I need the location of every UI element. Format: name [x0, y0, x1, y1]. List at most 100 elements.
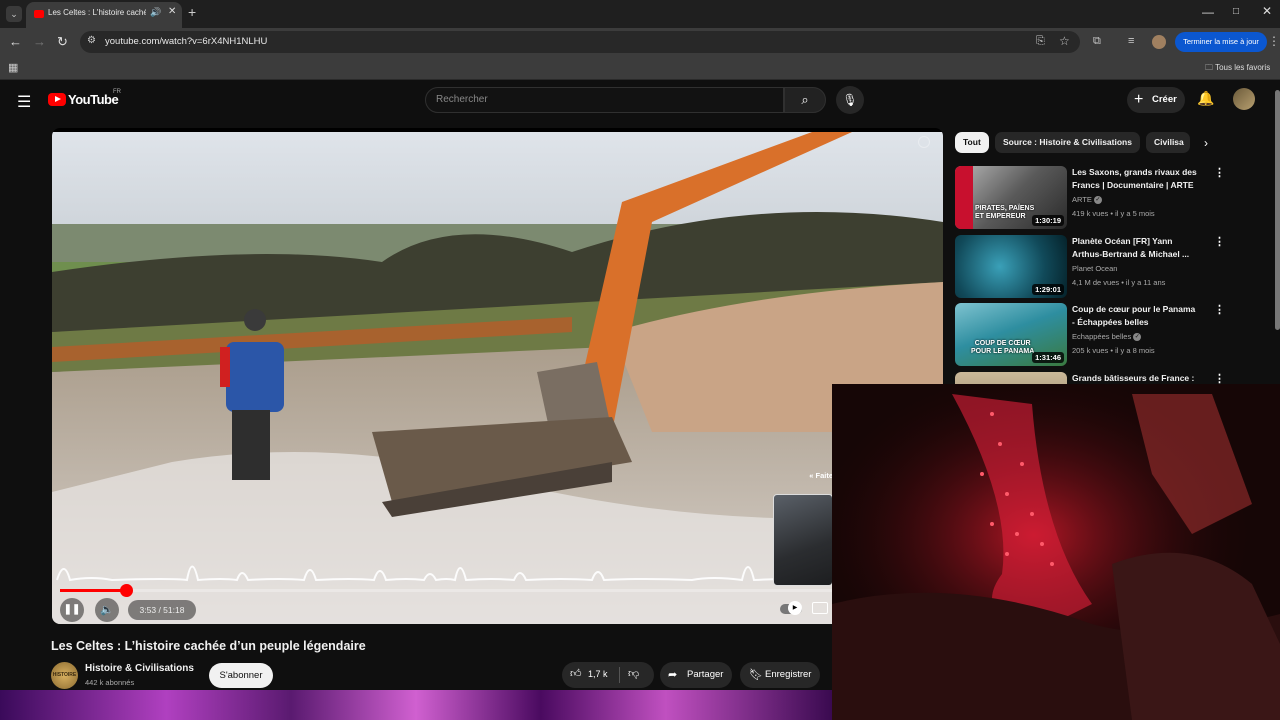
scrubber-handle[interactable] [120, 584, 133, 597]
recommendation-channel[interactable]: Echappées belles ✓ [1072, 332, 1142, 342]
menu-icon[interactable]: ☰ [17, 92, 31, 112]
recommendation-meta: 419 k vues • il y a 5 mois [1072, 209, 1155, 218]
channel-label: Echappées belles [1072, 332, 1132, 341]
youtube-wordmark[interactable]: YouTube [68, 92, 119, 107]
address-bar[interactable]: ⚙ youtube.com/watch?v=6rX4NH1NLHU ⎘ ☆ [80, 31, 1080, 53]
browser-profile-avatar[interactable] [1152, 35, 1166, 49]
youtube-logo-play-icon [55, 96, 61, 102]
search-placeholder: Rechercher [436, 94, 488, 105]
chevron-right-icon[interactable]: › [1204, 136, 1208, 150]
recommendation-meta: 205 k vues • il y a 8 mois [1072, 346, 1155, 355]
arte-logo-band [955, 166, 973, 229]
notifications-bell-icon[interactable]: 🔔 [1197, 90, 1214, 107]
subscribe-button[interactable]: S'abonner [209, 663, 273, 688]
progress-bar[interactable] [60, 589, 932, 592]
recommendation-title[interactable]: Coup de cœur pour le Panama - Échappées … [1072, 303, 1200, 329]
like-count[interactable]: 1,7 k [588, 669, 608, 679]
recommendation-thumbnail[interactable]: 1:29:01 [955, 235, 1067, 298]
info-icon[interactable] [918, 136, 930, 148]
tab-youtube[interactable]: Les Celtes : L'histoire cachée 🔊 ✕ [26, 2, 182, 28]
thumbnail-caption: COUP DE CŒUR POUR LE PANAMA [971, 340, 1035, 355]
progress-bar-played[interactable] [60, 589, 126, 592]
url-text[interactable]: youtube.com/watch?v=6rX4NH1NLHU [105, 36, 267, 47]
back-icon[interactable]: ← [9, 34, 22, 49]
recommendation-item[interactable]: COUP DE CŒUR POUR LE PANAMA 1:31:46 Coup … [955, 303, 1255, 367]
autoplay-play-icon[interactable]: ▶ [788, 601, 802, 615]
like-icon[interactable]: 👍︎ [570, 667, 582, 680]
verified-icon: ✓ [1093, 196, 1102, 205]
update-button[interactable]: Terminer la mise à jour [1175, 32, 1267, 52]
tab-search-icon[interactable]: ⌄ [6, 6, 22, 22]
like-dislike-group: 👍︎ 1,7 k 👎︎ [562, 662, 654, 688]
recommendation-item[interactable]: PIRATES, PAÏENS ET EMPEREUR 1:30:19 Les S… [955, 166, 1255, 230]
like-divider [619, 667, 620, 683]
share-label: Partager [687, 669, 724, 680]
install-app-icon[interactable]: ⎘ [1036, 35, 1045, 48]
recommendation-channel[interactable]: ARTE ✓ [1072, 195, 1102, 205]
recommendation-title[interactable]: Les Saxons, grands rivaux des Francs | D… [1072, 166, 1200, 192]
recommendation-item[interactable]: 1:29:01 Planète Océan [FR] Yann Arthus-B… [955, 235, 1255, 299]
navigation-bar: ← → ↻ ⚙ youtube.com/watch?v=6rX4NH1NLHU … [0, 28, 1280, 56]
all-bookmarks-button[interactable]: 🗀 Tous les favoris [1205, 62, 1270, 76]
forward-icon[interactable]: → [33, 34, 46, 49]
chip-civilisations[interactable]: Civilisa [1146, 132, 1190, 153]
reload-icon[interactable]: ↻ [57, 34, 68, 50]
dislike-icon[interactable]: 👎︎ [628, 667, 639, 680]
volume-icon[interactable]: 🔈 [95, 598, 119, 622]
recommendation-channel[interactable]: Planet Ocean [1072, 264, 1117, 273]
save-button[interactable]: 🔖︎ Enregistrer [740, 662, 820, 688]
pause-icon[interactable]: ❚❚ [60, 598, 84, 622]
recommendation-title[interactable]: Planète Océan [FR] Yann Arthus-Bertrand … [1072, 235, 1200, 261]
create-label: Créer [1152, 94, 1177, 105]
duration-badge: 1:30:19 [1032, 215, 1064, 226]
audio-playing-icon[interactable]: 🔊 [150, 7, 161, 18]
bookmark-icon: 🔖︎ [749, 669, 763, 681]
plus-icon: + [1134, 91, 1144, 108]
share-icon: ➦ [668, 669, 678, 681]
apps-grid-icon[interactable]: ▦ [8, 61, 18, 74]
more-options-icon[interactable]: ⋮ [1214, 235, 1225, 248]
time-display: 3:53 / 51:18 [128, 600, 196, 620]
maximize-icon[interactable]: □ [1233, 6, 1239, 17]
extensions-icon[interactable]: ⧉ [1093, 35, 1101, 48]
channel-label: ARTE [1072, 195, 1092, 204]
webcam-overlay [832, 384, 1280, 720]
close-tab-icon[interactable]: ✕ [168, 6, 176, 17]
minimize-icon[interactable]: — [1202, 5, 1214, 19]
recommendation-meta: 4,1 M de vues • il y a 11 ans [1072, 278, 1166, 287]
search-icon[interactable]: ⌕ [784, 87, 826, 113]
thumbnail-caption: PIRATES, PAÏENS ET EMPEREUR [975, 205, 1035, 220]
description-banner-image [0, 690, 832, 720]
account-avatar[interactable] [1233, 88, 1255, 110]
page-scrollbar[interactable] [1275, 90, 1280, 330]
channel-name[interactable]: Histoire & Civilisations [85, 663, 194, 674]
share-button[interactable]: ➦ Partager [660, 662, 732, 688]
filter-chips: Tout Source : Histoire & Civilisations C… [955, 132, 1225, 154]
channel-avatar[interactable]: HISTOIRE [51, 662, 78, 689]
duration-badge: 1:31:46 [1032, 352, 1064, 363]
bookmark-star-icon[interactable]: ☆ [1059, 34, 1070, 48]
subtitles-icon[interactable] [812, 602, 828, 614]
endscreen-preview-thumbnail[interactable] [773, 494, 833, 586]
new-tab-icon[interactable]: + [188, 4, 196, 20]
bookmarks-bar: ▦ 🗀 Tous les favoris [0, 56, 1280, 80]
window-close-icon[interactable]: ✕ [1262, 4, 1272, 18]
chip-all[interactable]: Tout [955, 132, 989, 153]
microphone-icon[interactable]: 🎙 [836, 86, 864, 114]
recommendation-thumbnail[interactable]: COUP DE CŒUR POUR LE PANAMA 1:31:46 [955, 303, 1067, 366]
media-controls-icon[interactable]: ≡ [1128, 35, 1134, 47]
browser-menu-icon[interactable]: ⋮ [1268, 34, 1280, 48]
chip-source[interactable]: Source : Histoire & Civilisations [995, 132, 1140, 153]
duration-badge: 1:29:01 [1032, 284, 1064, 295]
more-options-icon[interactable]: ⋮ [1214, 166, 1225, 179]
more-options-icon[interactable]: ⋮ [1214, 303, 1225, 316]
search-input[interactable]: Rechercher [425, 87, 784, 113]
tab-title: Les Celtes : L'histoire cachée [48, 8, 146, 17]
country-code: FR [113, 89, 121, 95]
subscriber-count: 442 k abonnés [85, 678, 135, 687]
site-info-icon[interactable]: ⚙ [87, 35, 96, 46]
recommendation-thumbnail[interactable]: PIRATES, PAÏENS ET EMPEREUR 1:30:19 [955, 166, 1067, 229]
video-player[interactable]: « Faites gli rech ❚❚ 🔈 3:53 / 51:18 ▶ [52, 128, 943, 624]
create-button[interactable]: + Créer [1127, 87, 1185, 113]
video-title: Les Celtes : L’histoire cachée d’un peup… [51, 639, 366, 653]
